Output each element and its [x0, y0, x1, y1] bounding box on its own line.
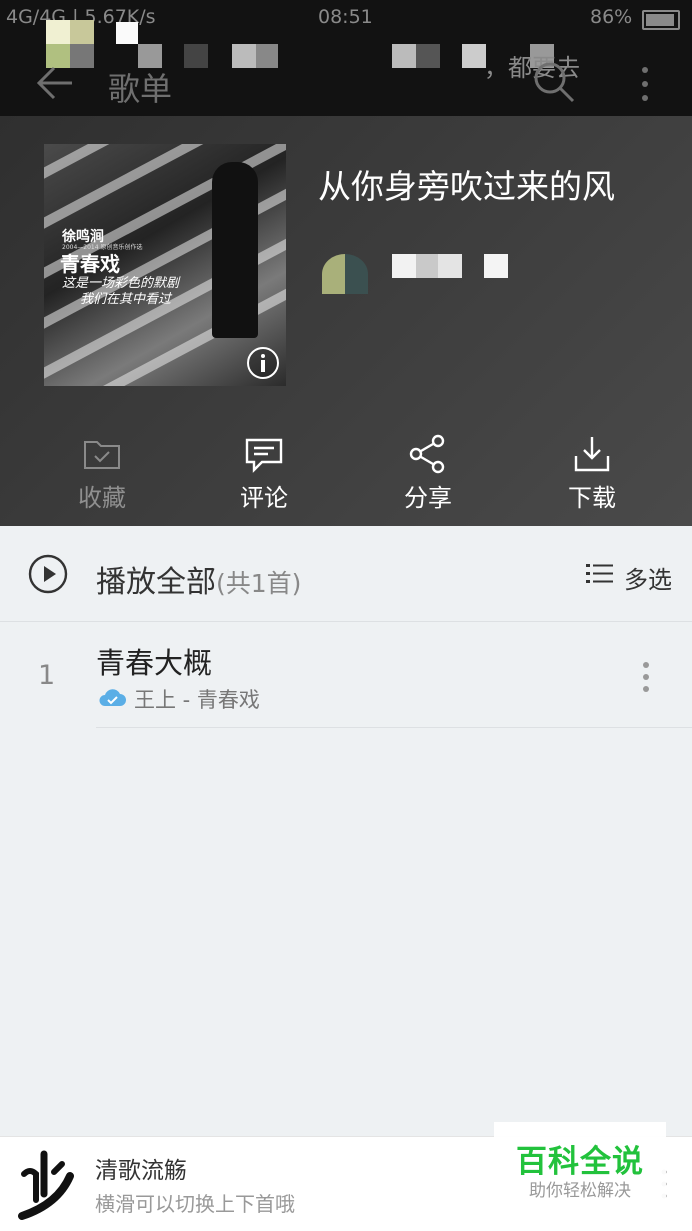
collect-label: 收藏 — [78, 484, 126, 512]
divider — [96, 727, 692, 728]
download-label: 下载 — [568, 484, 616, 512]
mini-player-art[interactable] — [14, 1144, 78, 1220]
watermark-title: 百科全说 — [516, 1144, 644, 1180]
top-bar: 4G/4G | 5.67K/s 08:51 86% 歌单 ，都要去 — [0, 0, 692, 116]
playlist-title: 从你身旁吹过来的风 — [318, 167, 615, 206]
comment-icon — [245, 438, 283, 473]
cover-line2-text: 我们在其中看过 — [80, 292, 172, 307]
share-button[interactable]: 分享 — [366, 434, 486, 514]
playlist-header: 4G/4G | 5.67K/s 08:51 86% 歌单 ，都要去 徐鸣涧 20… — [0, 0, 692, 526]
status-time: 08:51 — [318, 6, 373, 28]
status-battery: 86% — [590, 6, 633, 28]
watermark-subtitle: 助你轻松解决 — [529, 1181, 631, 1201]
cover-figure — [212, 162, 258, 338]
more-vertical-icon[interactable] — [630, 62, 660, 106]
avatar[interactable] — [322, 254, 368, 294]
track-index: 1 — [38, 660, 56, 691]
info-icon[interactable] — [246, 346, 280, 380]
cloud-check-icon — [99, 689, 126, 706]
mini-player-hint: 横滑可以切换上下首哦 — [95, 1192, 295, 1216]
arrow-left-icon[interactable] — [32, 60, 78, 106]
track-subtitle: 王上 - 青春戏 — [134, 688, 260, 712]
page-title: 歌单 — [108, 70, 173, 108]
play-circle-icon[interactable] — [28, 554, 68, 594]
mini-player-title: 清歌流觞 — [95, 1158, 187, 1184]
list-icon[interactable] — [586, 562, 614, 586]
search-icon[interactable] — [530, 58, 578, 106]
download-button[interactable]: 下载 — [530, 434, 650, 514]
collect-button[interactable]: 收藏 — [40, 434, 160, 514]
share-icon — [409, 434, 445, 474]
comment-label: 评论 — [240, 484, 288, 512]
comment-button[interactable]: 评论 — [202, 434, 322, 514]
share-label: 分享 — [404, 484, 452, 512]
track-title: 青春大概 — [96, 646, 213, 680]
play-all-count: (共1首) — [216, 569, 302, 598]
download-icon — [574, 437, 610, 472]
play-all-label[interactable]: 播放全部(共1首) — [96, 557, 301, 601]
multi-select-button[interactable]: 多选 — [624, 560, 672, 595]
more-vertical-icon[interactable] — [632, 660, 660, 694]
watermark: 百科全说 助你轻松解决 — [494, 1122, 666, 1206]
battery-icon — [642, 10, 680, 30]
folder-check-icon — [84, 441, 120, 469]
